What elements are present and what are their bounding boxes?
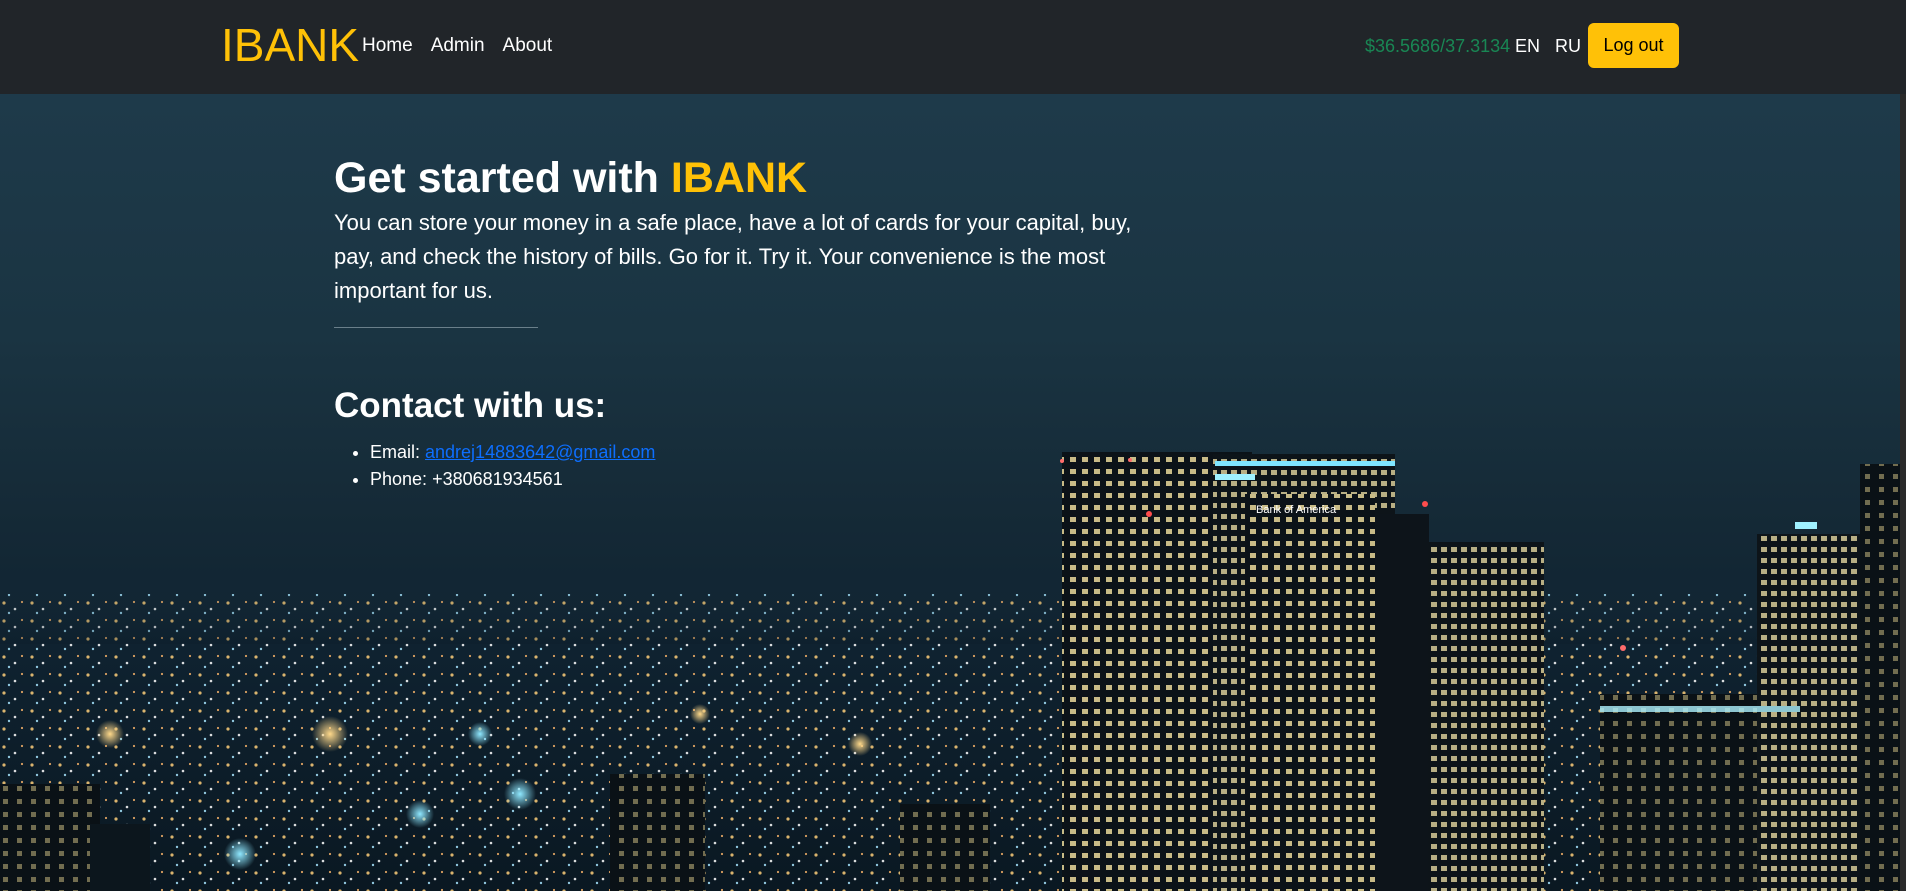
phone-label: Phone: (370, 469, 433, 489)
nav-links: Home Admin About (362, 33, 570, 59)
nav-link-home[interactable]: Home (362, 33, 413, 59)
hero-title-accent: IBANK (670, 154, 808, 202)
hero-title: Get started with IBANK (334, 150, 1194, 206)
phone-value: +380681934561 (432, 469, 563, 489)
contact-list: Email: andrej14883642@gmail.com Phone: +… (334, 439, 1194, 493)
section-divider (334, 327, 538, 328)
building-sign-text: Bank of America (1256, 504, 1337, 516)
page-scrollbar[interactable] (1900, 94, 1906, 891)
logout-button[interactable]: Log out (1588, 23, 1679, 68)
hero-content: Get started with IBANK You can store you… (334, 150, 1194, 493)
language-en[interactable]: EN (1515, 33, 1540, 59)
nav-link-admin[interactable]: Admin (431, 33, 485, 59)
contact-heading: Contact with us: (334, 386, 607, 425)
contact-email-item: Email: andrej14883642@gmail.com (370, 439, 1194, 466)
top-navbar: IBANK Home Admin About $36.5686/37.3134 … (0, 0, 1906, 94)
hero-description: You can store your money in a safe place… (334, 210, 1132, 303)
email-link[interactable]: andrej14883642@gmail.com (425, 442, 655, 462)
brand-logo[interactable]: IBANK (221, 18, 359, 72)
contact-phone-item: Phone: +380681934561 (370, 466, 1194, 493)
exchange-rate: $36.5686/37.3134 (1365, 36, 1511, 56)
hero-title-prefix: Get started with (334, 154, 671, 202)
nav-link-about[interactable]: About (503, 33, 553, 59)
language-ru[interactable]: RU (1555, 33, 1581, 59)
email-label: Email: (370, 442, 426, 462)
